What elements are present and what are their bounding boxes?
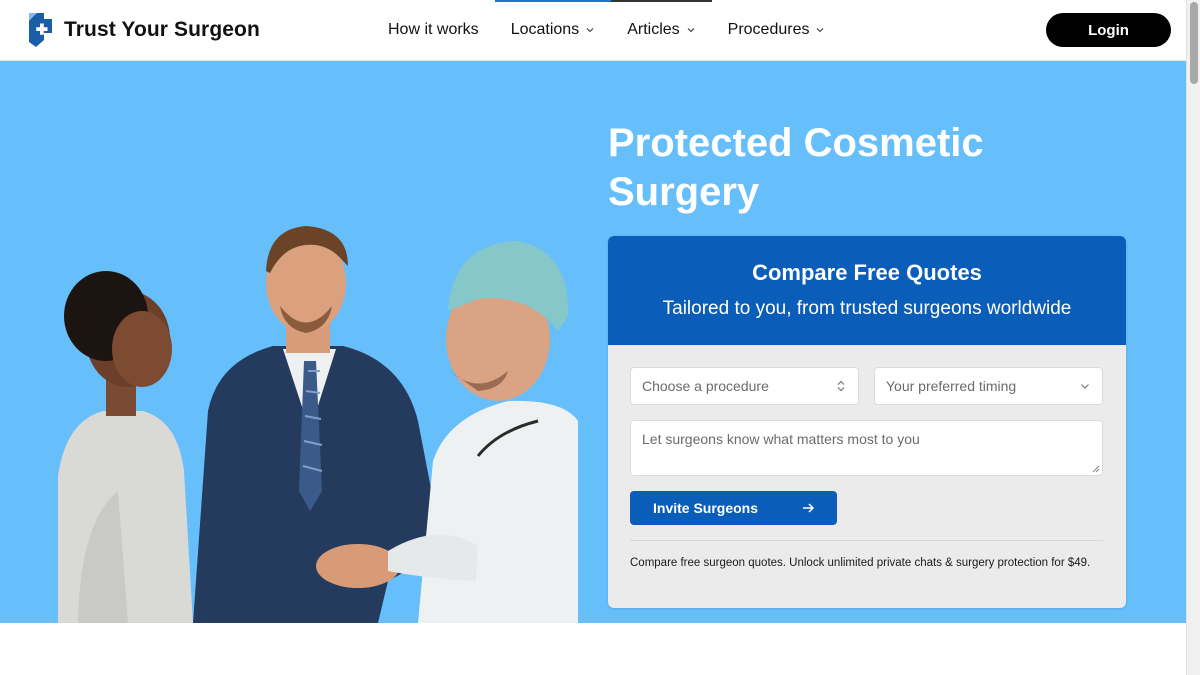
brand-name: Trust Your Surgeon xyxy=(64,18,260,41)
procedure-select-placeholder: Choose a procedure xyxy=(642,378,769,394)
notes-textarea-placeholder: Let surgeons know what matters most to y… xyxy=(642,431,920,447)
chevron-down-icon xyxy=(817,28,824,33)
sort-arrows-icon xyxy=(837,380,845,392)
login-button[interactable]: Login xyxy=(1046,13,1171,47)
chevron-down-icon xyxy=(586,28,594,33)
arrow-right-icon xyxy=(803,503,815,513)
chevron-down-icon xyxy=(1081,384,1089,389)
page-scrollbar[interactable] xyxy=(1186,0,1200,675)
invite-surgeons-label: Invite Surgeons xyxy=(653,500,759,516)
main-nav: How it works Locations Articles Procedur… xyxy=(372,0,841,60)
notes-textarea[interactable]: Let surgeons know what matters most to y… xyxy=(630,420,1103,476)
nav-item-locations[interactable]: Locations xyxy=(494,0,612,60)
nav-item-label: How it works xyxy=(388,21,479,38)
nav-item-articles[interactable]: Articles xyxy=(611,0,713,60)
nav-item-label: Procedures xyxy=(727,21,810,38)
chevron-down-icon xyxy=(687,28,695,33)
quote-card-footnote: Compare free surgeon quotes. Unlock unli… xyxy=(630,557,1091,569)
card-divider xyxy=(630,540,1103,541)
quote-card: Compare Free Quotes Tailored to you, fro… xyxy=(608,236,1126,608)
nav-item-procedures[interactable]: Procedures xyxy=(712,0,842,60)
site-header: Trust Your Surgeon How it works Location… xyxy=(0,0,1186,61)
procedure-select[interactable]: Choose a procedure xyxy=(630,367,859,405)
medical-cross-icon xyxy=(29,13,52,47)
nav-item-label: Locations xyxy=(510,21,580,38)
quote-card-header: Compare Free Quotes Tailored to you, fro… xyxy=(608,236,1126,345)
timing-select-placeholder: Your preferred timing xyxy=(886,378,1017,394)
hero-handshake-image xyxy=(58,221,578,623)
quote-card-title: Compare Free Quotes xyxy=(752,260,982,285)
timing-select[interactable]: Your preferred timing xyxy=(874,367,1103,405)
invite-surgeons-button[interactable]: Invite Surgeons xyxy=(630,491,837,525)
nav-item-label: Articles xyxy=(627,21,680,38)
nav-item-how-it-works[interactable]: How it works xyxy=(372,0,495,60)
hero-title: Protected Cosmetic Surgery xyxy=(608,121,984,214)
quote-card-subtitle: Tailored to you, from trusted surgeons w… xyxy=(662,298,1072,319)
brand[interactable]: Trust Your Surgeon xyxy=(23,9,260,51)
hero-section: Protected Cosmetic Surgery Compare Free … xyxy=(0,61,1186,623)
resize-handle-icon[interactable] xyxy=(1092,465,1100,473)
scrollbar-thumb[interactable] xyxy=(1190,2,1198,84)
